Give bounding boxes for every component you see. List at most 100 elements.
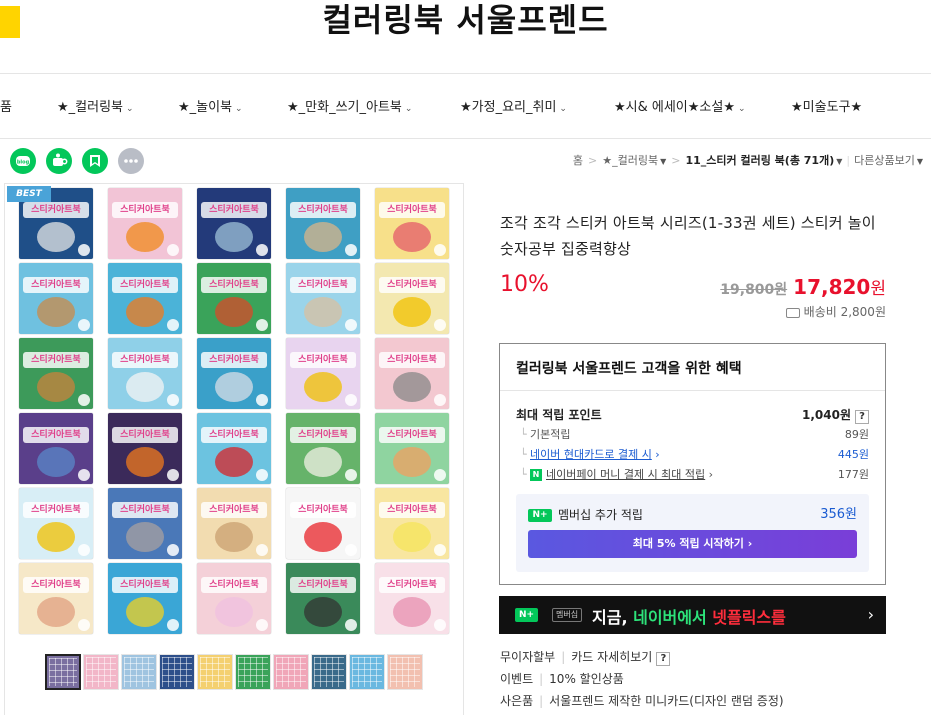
thumbnail-1[interactable]	[45, 654, 81, 690]
thumbnail-9[interactable]	[349, 654, 385, 690]
nav-item-comic-art-book[interactable]: ★_만화_쓰기_아트북 ⌄	[287, 96, 412, 115]
book-number-badge	[256, 244, 268, 256]
book-number-badge	[78, 319, 90, 331]
book-cover-label: 스티커아트북	[112, 502, 178, 518]
event-value: 10% 할인상품	[549, 672, 624, 686]
naverpay-icon: N	[530, 469, 542, 481]
nav-item-label: 품	[0, 100, 12, 115]
more-icon[interactable]	[118, 148, 144, 174]
book-cover-label: 스티커아트북	[201, 502, 267, 518]
help-icon[interactable]: ?	[656, 652, 671, 666]
nav-item-art-supplies[interactable]: ★미술도구★	[791, 96, 862, 115]
book-cover: 스티커아트북	[19, 413, 93, 484]
book-cover-art	[304, 297, 342, 327]
event-row: 이벤트 | 10% 할인상품	[500, 670, 624, 687]
best-badge: BEST	[7, 186, 51, 202]
start-membership-button[interactable]: 최대 5% 적립 시작하기 ›	[528, 530, 857, 558]
caret-down-icon[interactable]: ▼	[917, 157, 923, 166]
thumbnail-3[interactable]	[121, 654, 157, 690]
product-main-image[interactable]: 스티커아트북 스티커아트북 스티커아트북 스티커아트북 스티커아트북 스티커아트북 스티커아…	[19, 188, 451, 640]
gift-label: 사은품	[500, 694, 534, 708]
thumbnail-4[interactable]	[159, 654, 195, 690]
book-cover-art	[37, 297, 75, 327]
thumbnail-8[interactable]	[311, 654, 347, 690]
max-point-label: 최대 적립 포인트	[516, 408, 602, 422]
membership-row: N+ 멤버십 추가 적립 356원	[528, 506, 857, 524]
chevron-down-icon: ⌄	[235, 104, 243, 114]
book-cover: 스티커아트북	[375, 413, 449, 484]
svg-text:blog: blog	[17, 160, 30, 166]
book-number-badge	[167, 544, 179, 556]
chevron-down-icon: ⌄	[738, 104, 746, 114]
nav-item-play-book[interactable]: ★_놀이북 ⌄	[178, 96, 243, 115]
book-number-badge	[167, 394, 179, 406]
blog-icon[interactable]: blog	[10, 148, 36, 174]
caret-down-icon[interactable]: ▼	[836, 157, 842, 166]
book-number-badge	[256, 394, 268, 406]
breadcrumb-home[interactable]: 홈	[573, 154, 583, 167]
book-cover: 스티커아트북	[286, 563, 360, 634]
breadcrumb-separator: >	[588, 154, 598, 167]
breadcrumb-current[interactable]: 11_스티커 컬러링 북	[685, 154, 784, 167]
caret-down-icon[interactable]: ▼	[660, 157, 666, 166]
book-cover-art	[304, 372, 342, 402]
book-number-badge	[167, 244, 179, 256]
basic-point-row: └ 기본적립 89원	[516, 426, 869, 444]
book-cover: 스티커아트북	[197, 563, 271, 634]
nav-item-home-cooking[interactable]: ★가정_요리_취미 ⌄	[460, 96, 567, 115]
membership-value: 356원	[820, 507, 857, 522]
book-cover-art	[37, 597, 75, 627]
thumbnail-pattern	[162, 657, 192, 687]
thumbnail-pattern	[238, 657, 268, 687]
max-point-row: 최대 적립 포인트 1,040원?	[516, 406, 869, 424]
book-number-badge	[345, 394, 357, 406]
tree-branch-icon: └	[520, 428, 527, 441]
book-cover-label: 스티커아트북	[112, 352, 178, 368]
nav-item-label: ★미술도구★	[791, 100, 863, 115]
thumbnail-5[interactable]	[197, 654, 233, 690]
banner-text-3: 넷플릭스를	[712, 608, 786, 627]
store-title[interactable]: 컬러링북 서울프렌드	[0, 0, 931, 40]
book-number-badge	[256, 319, 268, 331]
nav-item-0[interactable]: 품	[0, 96, 12, 115]
nav-item-poetry-essay[interactable]: ★시& 에세이★소설★ ⌄	[614, 96, 746, 115]
gift-row: 사은품 | 서울프렌드 제작한 미니카드(디자인 랜덤 증정)	[500, 692, 784, 709]
book-number-badge	[345, 619, 357, 631]
membership-badge: 멤버십	[552, 608, 583, 622]
breadcrumb-category[interactable]: ★_컬러링북	[602, 154, 658, 167]
nav-item-label: ★_컬러링북	[57, 100, 123, 115]
breadcrumb: 홈 > ★_컬러링북 ▼ >11_스티커 컬러링 북(총 71개) ▼ | 다른상품보기 ▼	[573, 152, 923, 168]
cafe-icon[interactable]	[46, 148, 72, 174]
book-number-badge	[78, 394, 90, 406]
naver-netflix-banner[interactable]: N+ 멤버십 지금, 네이버에서 넷플릭스를 ›	[499, 596, 886, 634]
chevron-right-icon[interactable]: ›	[705, 468, 713, 481]
book-cover-label: 스티커아트북	[23, 427, 89, 443]
book-cover-label: 스티커아트북	[112, 427, 178, 443]
book-cover: 스티커아트북	[19, 263, 93, 334]
nav-item-coloring-book[interactable]: ★_컬러링북 ⌄	[57, 96, 134, 115]
book-cover-label: 스티커아트북	[379, 427, 445, 443]
other-products-link[interactable]: 다른상품보기	[854, 154, 915, 167]
npay-point-link[interactable]: 네이버페이 머니 결제 시 최대 적립	[546, 468, 705, 481]
basic-point-value: 89원	[844, 428, 869, 441]
thumbnail-7[interactable]	[273, 654, 309, 690]
book-cover-art	[304, 447, 342, 477]
divider: |	[539, 694, 544, 708]
breadcrumb-count: (총 71개)	[784, 154, 835, 167]
installment-row: 무이자할부 | 카드 자세히보기?	[500, 648, 671, 666]
card-detail-link[interactable]: 카드 자세히보기	[571, 650, 652, 664]
thumbnail-pattern	[124, 657, 154, 687]
thumbnail-6[interactable]	[235, 654, 271, 690]
store-header: 컬러링북 서울프렌드	[0, 0, 931, 74]
chevron-down-icon: ⌄	[404, 104, 413, 114]
thumbnail-pattern	[390, 657, 420, 687]
book-number-badge	[78, 469, 90, 481]
thumbnail-pattern	[200, 657, 230, 687]
card-point-value: 445원	[837, 448, 869, 461]
help-icon[interactable]: ?	[855, 410, 869, 424]
bookmark-icon[interactable]	[82, 148, 108, 174]
chevron-right-icon[interactable]: ›	[652, 448, 659, 461]
thumbnail-10[interactable]	[387, 654, 423, 690]
card-point-link[interactable]: 네이버 현대카드로 결제 시	[530, 448, 652, 461]
thumbnail-2[interactable]	[83, 654, 119, 690]
